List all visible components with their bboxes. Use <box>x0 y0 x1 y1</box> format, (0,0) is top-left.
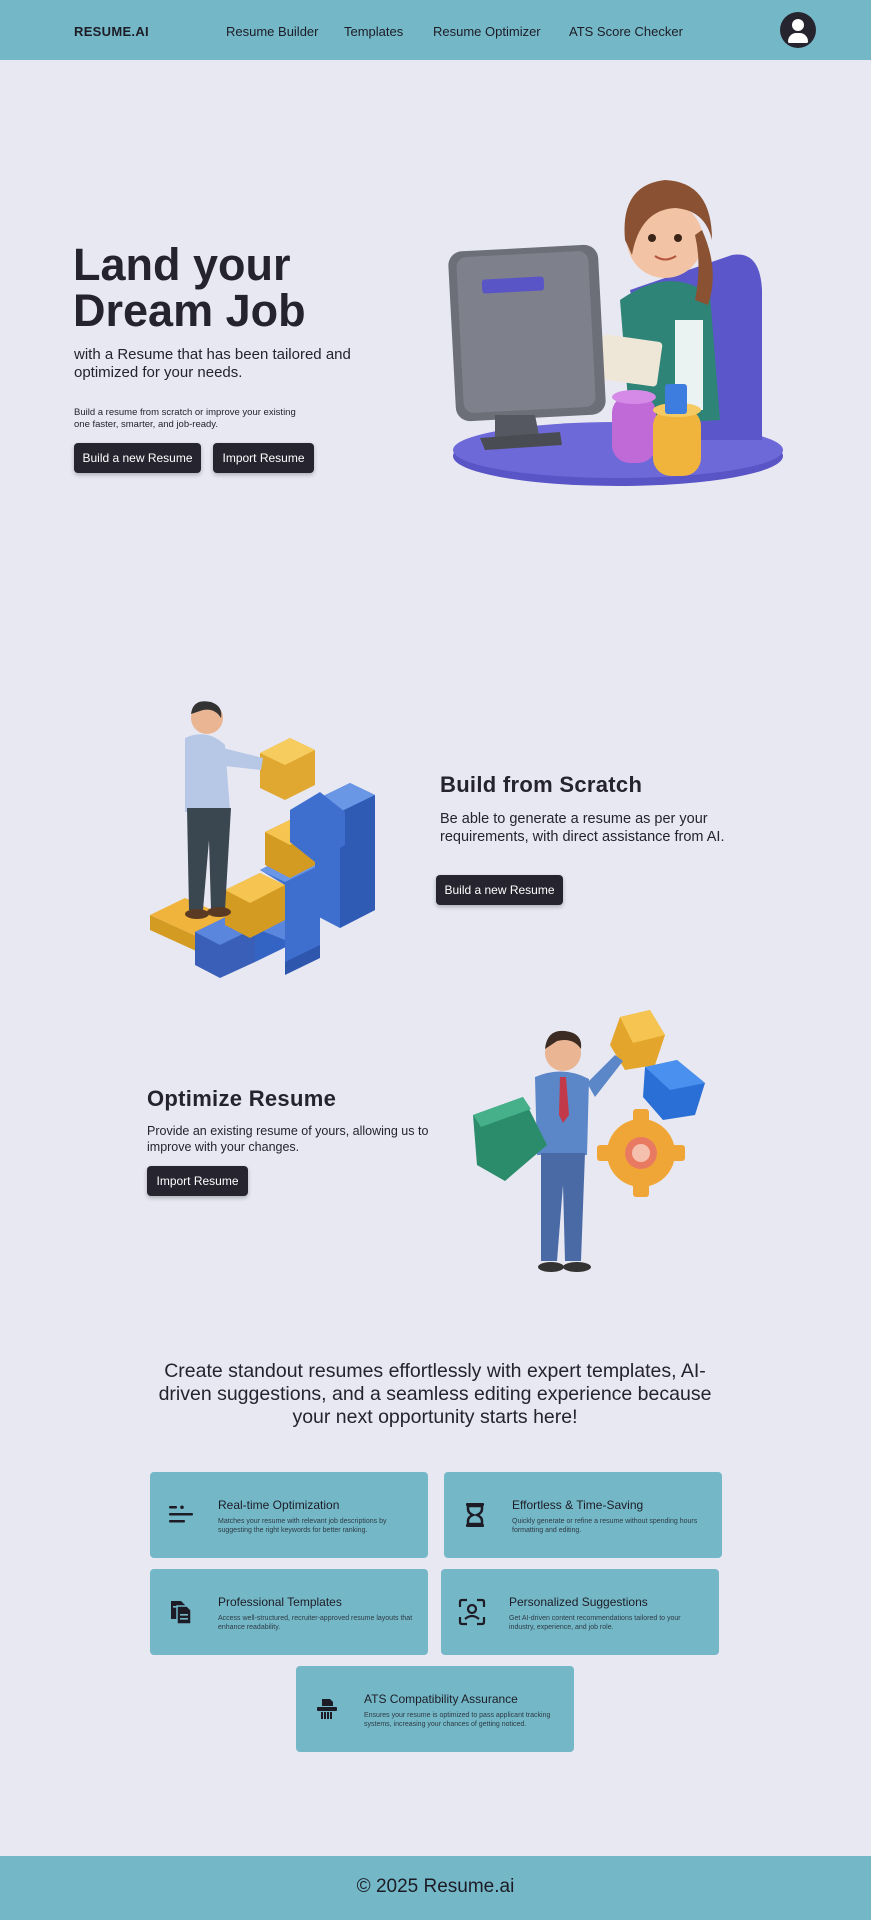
build-from-scratch-button[interactable]: Build a new Resume <box>436 875 563 905</box>
text-lines-icon <box>169 1505 193 1523</box>
hero-title-line2: Dream Job <box>73 285 306 336</box>
nav-link-ats-score-checker[interactable]: ATS Score Checker <box>569 24 683 39</box>
feature-description: Matches your resume with relevant job de… <box>218 1518 387 1534</box>
feature-card-personalized-suggestions: Personalized Suggestions Get AI-driven c… <box>441 1569 719 1655</box>
feature-description: Quickly generate or refine a resume with… <box>512 1518 698 1534</box>
hero-title: Land your Dream Job <box>73 242 373 334</box>
woman-at-computer-illustration <box>448 180 783 486</box>
tagline-text: Create standout resumes effortlessly wit… <box>158 1360 712 1428</box>
feature-card-real-time-optimization: Real-time Optimization Matches your resu… <box>150 1472 428 1558</box>
feature-description: Access well-structured, recruiter-approv… <box>218 1615 413 1631</box>
man-juggling-shapes-illustration <box>473 1010 705 1272</box>
feature-title: ATS Compatibility Assurance <box>364 1692 518 1706</box>
feature-title: Personalized Suggestions <box>509 1595 648 1609</box>
optimize-resume-title: Optimize Resume <box>147 1086 337 1111</box>
user-avatar-button[interactable] <box>780 12 816 48</box>
feature-card-ats-compatibility-assurance: ATS Compatibility Assurance Ensures your… <box>296 1666 574 1752</box>
brand-logo[interactable]: RESUME.AI <box>74 24 149 39</box>
feature-card-effortless-time-saving: Effortless & Time-Saving Quickly generat… <box>444 1472 722 1558</box>
feature-description: Ensures your resume is optimized to pass… <box>364 1712 551 1728</box>
nav-link-resume-optimizer[interactable]: Resume Optimizer <box>433 24 541 39</box>
optimize-import-resume-button[interactable]: Import Resume <box>147 1166 248 1196</box>
hero-subtitle: with a Resume that has been tailored and… <box>74 346 351 381</box>
build-new-resume-button[interactable]: Build a new Resume <box>74 443 201 473</box>
hourglass-icon <box>466 1503 484 1527</box>
build-from-scratch-text: Be able to generate a resume as per your… <box>440 811 725 845</box>
feature-card-professional-templates: Professional Templates Access well-struc… <box>150 1569 428 1655</box>
documents-icon <box>171 1601 192 1625</box>
nav-link-resume-builder[interactable]: Resume Builder <box>226 24 319 39</box>
footer-copyright: © 2025 Resume.ai <box>356 1876 515 1897</box>
import-resume-button[interactable]: Import Resume <box>213 443 314 473</box>
hero-title-line1: Land your <box>73 239 291 290</box>
nav-link-templates[interactable]: Templates <box>344 24 403 39</box>
feature-title: Real-time Optimization <box>218 1498 340 1512</box>
user-icon-body <box>788 33 808 43</box>
footer: © 2025 Resume.ai <box>0 1856 871 1920</box>
feature-title: Professional Templates <box>218 1595 342 1609</box>
stacking-blocks-illustration <box>150 701 375 978</box>
hero-description: Build a resume from scratch or improve y… <box>74 407 296 430</box>
user-icon <box>792 19 804 31</box>
feature-description: Get AI-driven content recommendations ta… <box>509 1615 681 1631</box>
top-nav: RESUME.AI Resume Builder Templates Resum… <box>0 0 871 60</box>
build-from-scratch-title: Build from Scratch <box>440 772 643 797</box>
feature-title: Effortless & Time-Saving <box>512 1498 644 1512</box>
optimize-resume-text: Provide an existing resume of yours, all… <box>147 1124 429 1154</box>
shredder-icon <box>317 1699 337 1719</box>
face-scan-icon <box>458 1598 486 1626</box>
